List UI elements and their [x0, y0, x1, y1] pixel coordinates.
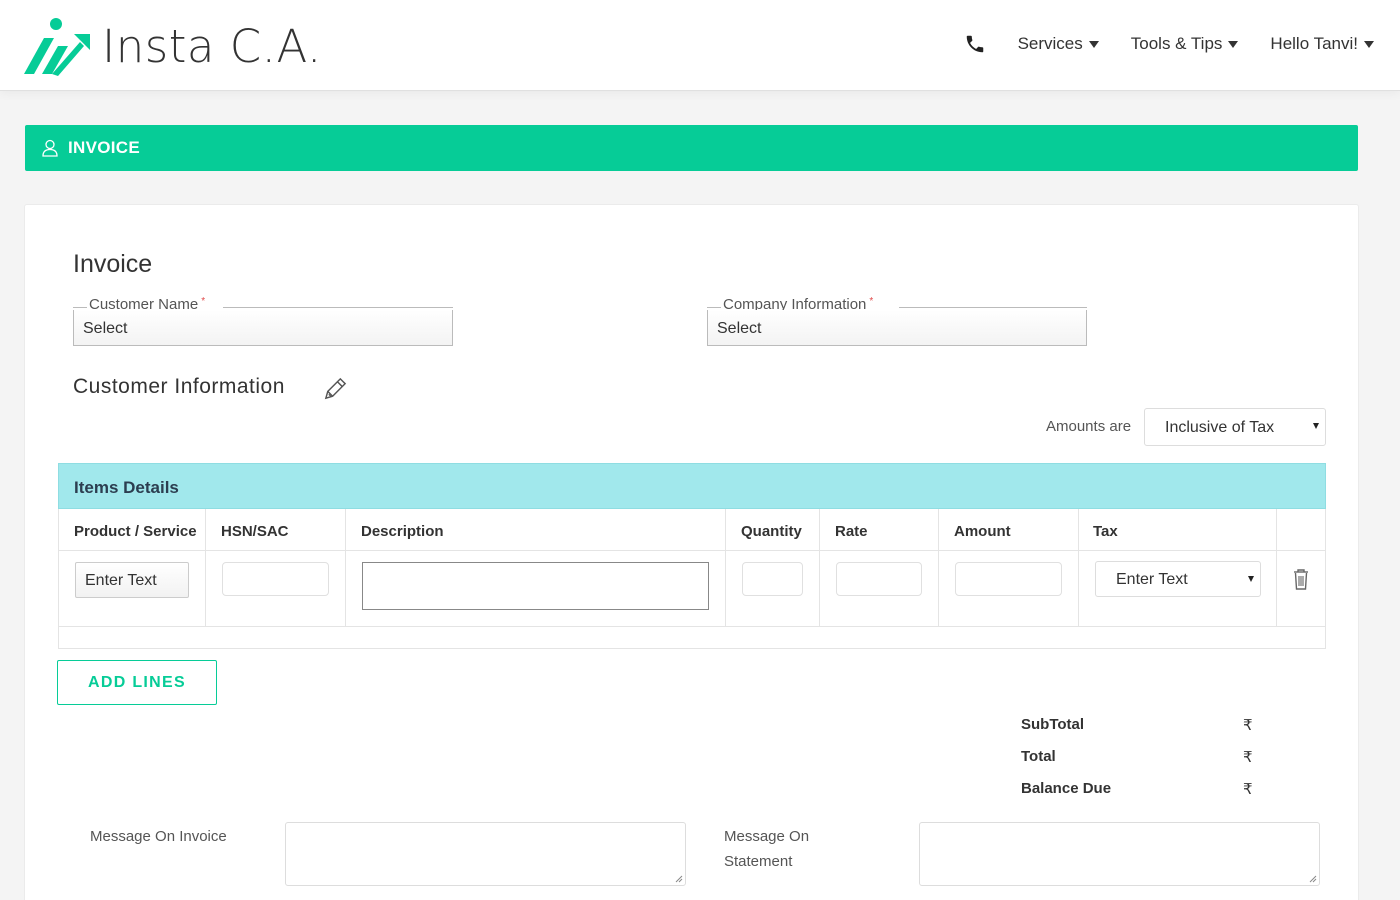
customer-name-select[interactable]: Select: [73, 310, 453, 346]
tax-mode-select[interactable]: Inclusive of Tax: [1144, 408, 1326, 446]
col-amount: Amount: [954, 523, 1011, 540]
balance-due-row: Balance Due ₹: [1021, 780, 1261, 800]
required-mark: *: [869, 296, 874, 307]
message-on-invoice-input[interactable]: [285, 822, 686, 886]
legend-line: [223, 307, 453, 308]
dropdown-arrow-icon: [1248, 576, 1254, 582]
nav-services[interactable]: Services: [1018, 34, 1099, 54]
rate-input[interactable]: [836, 562, 922, 596]
trash-icon[interactable]: [1292, 567, 1310, 591]
top-header: Insta C.A. Services Tools & Tips Hello T…: [0, 0, 1400, 91]
col-divider: [819, 509, 820, 626]
message-on-statement-label: Message On Statement: [724, 824, 809, 874]
col-quantity: Quantity: [741, 523, 802, 540]
tax-select-value: Enter Text: [1116, 571, 1188, 588]
hsn-sac-input[interactable]: [222, 562, 329, 596]
add-lines-button[interactable]: ADD LINES: [57, 660, 217, 705]
tax-mode-value: Inclusive of Tax: [1165, 419, 1275, 436]
dropdown-arrow-icon: [1313, 423, 1319, 429]
customer-information-heading: Customer Information: [73, 375, 285, 398]
description-input[interactable]: [362, 562, 709, 610]
col-divider: [725, 509, 726, 626]
nav-services-label: Services: [1017, 34, 1083, 53]
pencil-icon[interactable]: [322, 375, 349, 402]
row-divider: [59, 626, 1325, 627]
col-hsn-sac: HSN/SAC: [221, 523, 289, 540]
resize-grip-icon[interactable]: [675, 875, 683, 883]
col-divider: [345, 509, 346, 626]
items-table: Product / Service HSN/SAC Description Qu…: [58, 509, 1326, 649]
legend-line: [707, 307, 721, 308]
nav-tools-label: Tools & Tips: [1130, 34, 1223, 53]
brand-logo[interactable]: Insta C.A.: [22, 16, 321, 78]
subtotal-label: SubTotal: [1021, 716, 1085, 733]
row-divider: [59, 550, 1325, 551]
total-value: ₹: [1243, 749, 1253, 766]
message-on-statement-line2: Statement: [724, 853, 793, 870]
balance-due-label: Balance Due: [1021, 780, 1112, 797]
legend-line: [899, 307, 1087, 308]
message-on-invoice-label: Message On Invoice: [90, 828, 227, 845]
subtotal-row: SubTotal ₹: [1021, 716, 1261, 736]
total-label: Total: [1021, 748, 1056, 765]
col-description: Description: [361, 523, 444, 540]
top-nav: Services Tools & Tips Hello Tanvi!: [964, 33, 1374, 55]
resize-grip-icon[interactable]: [1309, 875, 1317, 883]
col-product-service: Product / Service: [74, 523, 197, 540]
caret-down-icon: [1088, 40, 1099, 48]
caret-down-icon: [1364, 40, 1374, 48]
amount-input[interactable]: [955, 562, 1062, 596]
phone-icon[interactable]: [964, 33, 986, 55]
balance-due-value: ₹: [1243, 781, 1253, 798]
subtotal-value: ₹: [1243, 717, 1253, 734]
items-details-header: Items Details: [58, 463, 1326, 509]
amounts-are-label: Amounts are: [1046, 418, 1132, 435]
col-divider: [938, 509, 939, 626]
caret-down-icon: [1228, 40, 1239, 48]
col-divider: [205, 509, 206, 626]
col-divider: [1276, 509, 1277, 626]
legend-line: [73, 307, 87, 308]
invoice-banner: INVOICE: [25, 125, 1358, 171]
nav-user-label: Hello Tanvi!: [1270, 34, 1358, 53]
company-info-select[interactable]: Select: [707, 310, 1087, 346]
user-icon: [42, 139, 58, 157]
col-divider: [1078, 509, 1079, 626]
message-on-statement-input[interactable]: [919, 822, 1320, 886]
nav-user-menu[interactable]: Hello Tanvi!: [1270, 34, 1374, 54]
page-title: Invoice: [73, 250, 153, 278]
insta-ca-logo-icon: [24, 18, 90, 76]
brand-name: Insta C.A.: [102, 20, 322, 73]
tax-select[interactable]: Enter Text: [1095, 561, 1261, 597]
col-rate: Rate: [835, 523, 868, 540]
required-mark: *: [201, 296, 206, 307]
banner-title: INVOICE: [68, 138, 141, 157]
col-tax: Tax: [1093, 523, 1118, 540]
nav-tools-tips[interactable]: Tools & Tips: [1131, 34, 1239, 54]
message-on-statement-line1: Message On: [724, 828, 810, 845]
quantity-input[interactable]: [742, 562, 803, 596]
total-row: Total ₹: [1021, 748, 1261, 768]
product-service-input[interactable]: Enter Text: [75, 562, 189, 598]
